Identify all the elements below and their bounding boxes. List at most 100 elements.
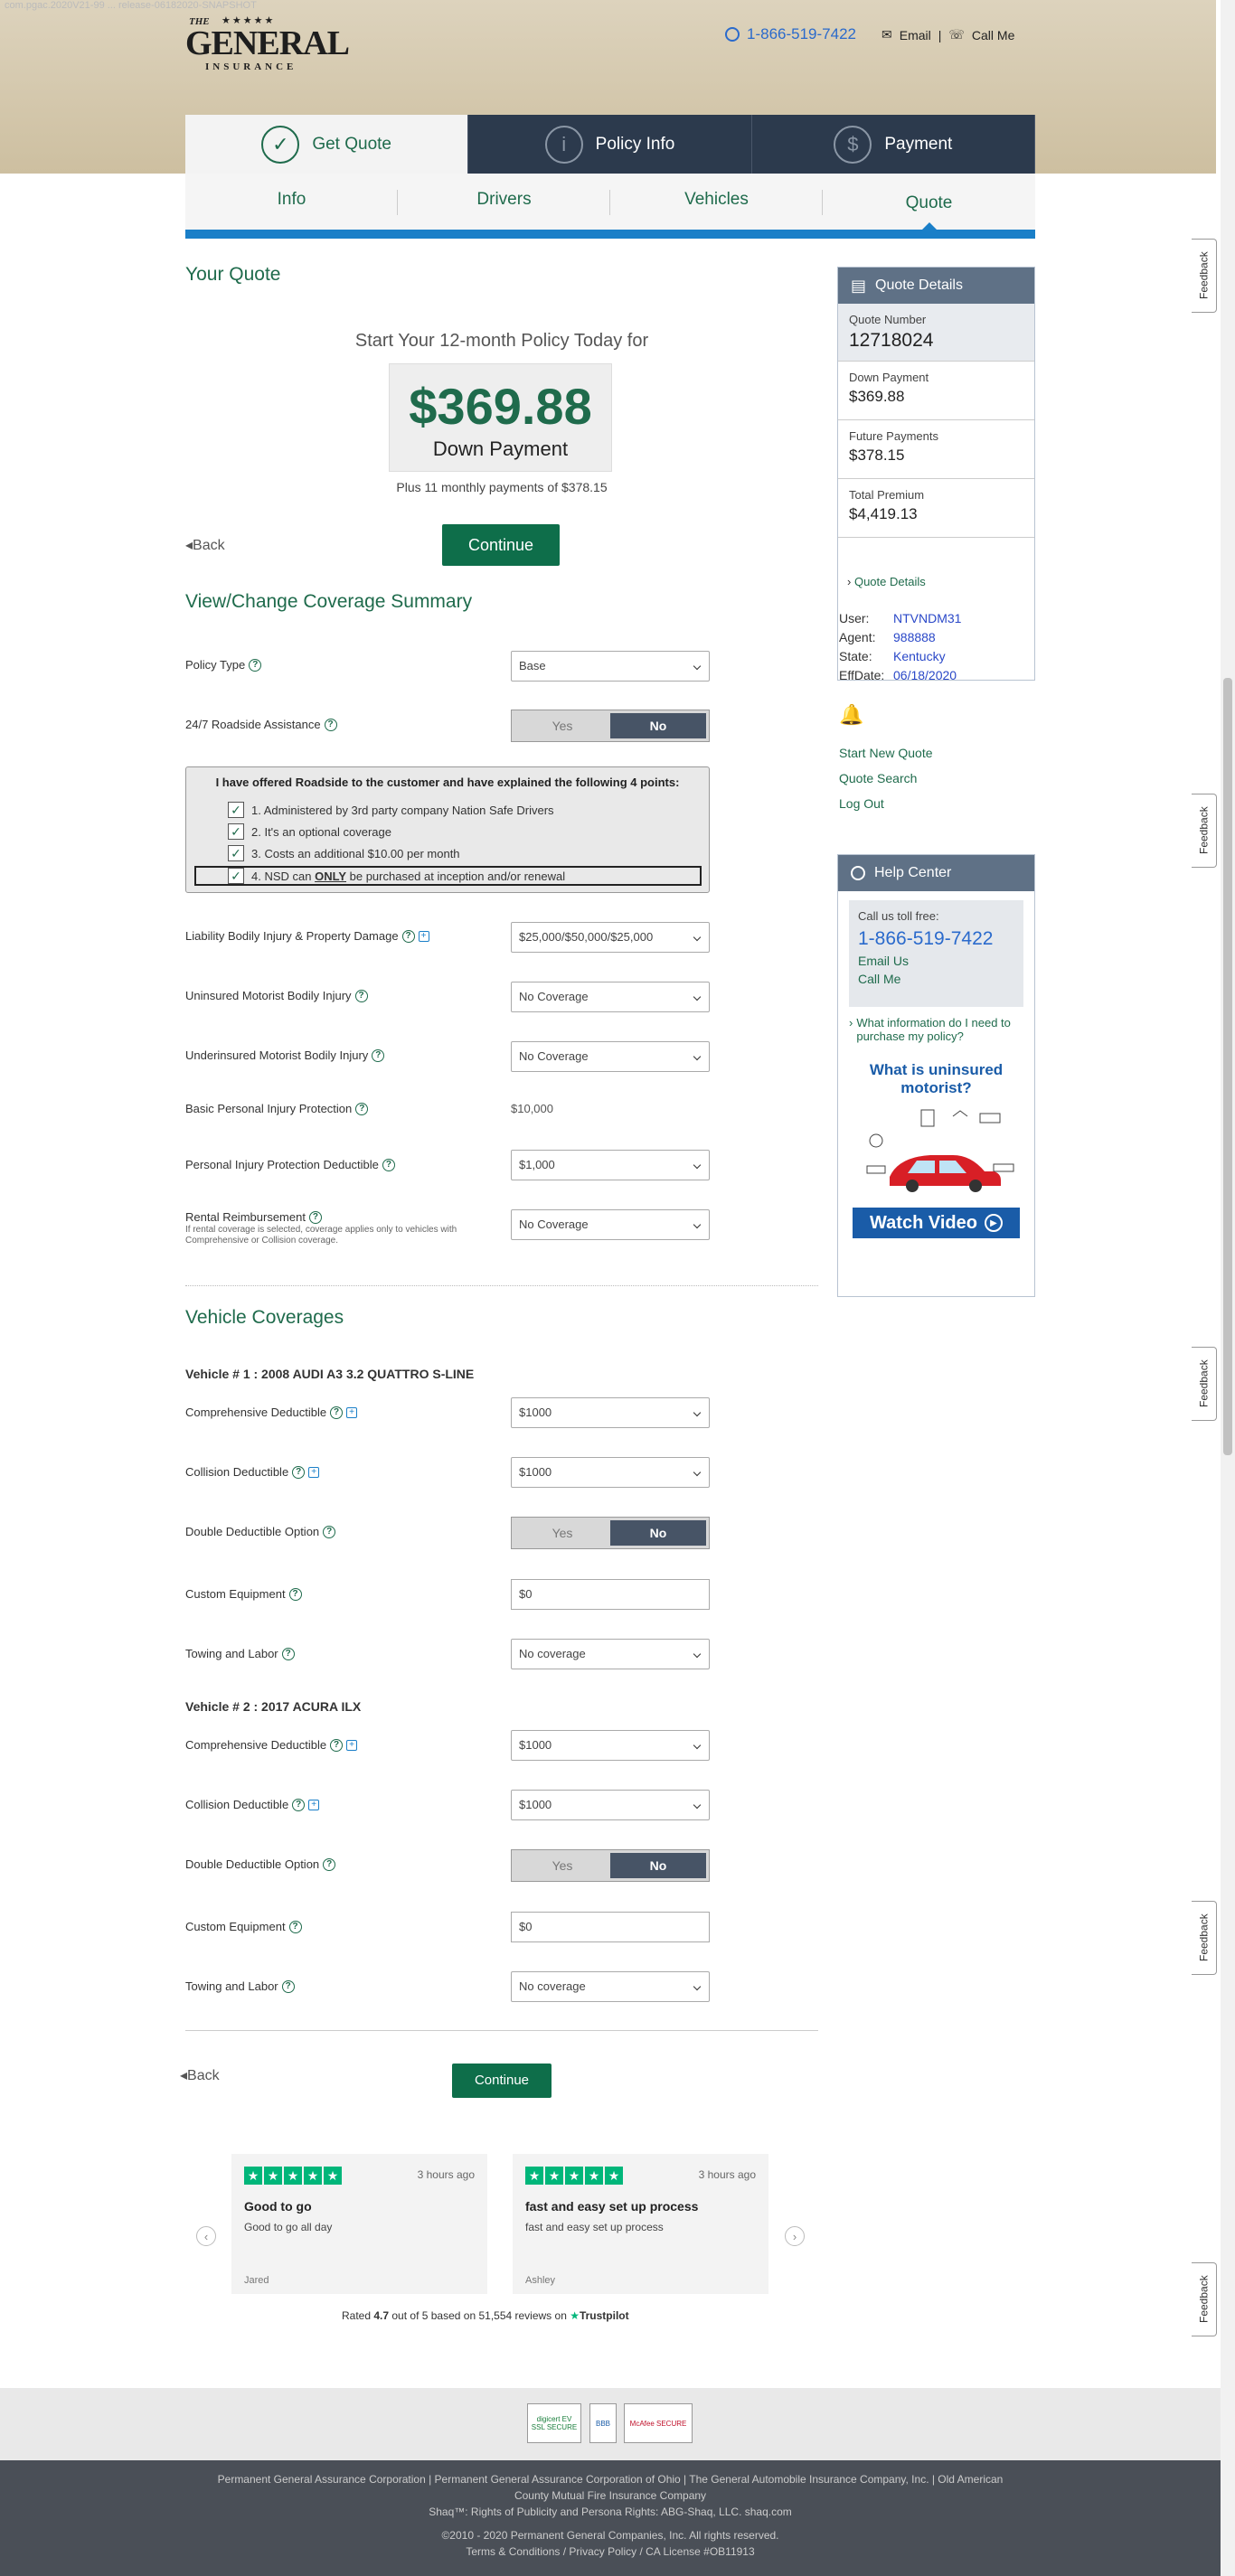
um-select[interactable]: No Coverage [511,982,710,1012]
v2-towing-select[interactable]: No coverage [511,1971,710,2002]
v2-dd-toggle[interactable]: Yes No [511,1849,710,1882]
expand-plus-icon[interactable]: + [308,1466,320,1478]
help-icon[interactable]: ? [354,989,368,1002]
policy-type-label: Policy Type [185,658,246,672]
help-icon[interactable]: ? [281,1647,295,1660]
continue-button-bottom[interactable]: Continue [452,2064,552,2098]
help-icon[interactable]: ? [281,1979,295,1993]
toggle-no[interactable]: No [610,1520,706,1546]
vehicle-2-title: Vehicle # 2 : 2017 ACURA ILX [185,1699,362,1714]
page-footer: Permanent General Assurance Corporation … [0,2460,1221,2576]
v1-towing-select[interactable]: No coverage [511,1639,710,1669]
header-phone[interactable]: 1-866-519-7422 [725,25,856,43]
help-icon[interactable]: ? [330,1406,344,1419]
toggle-yes[interactable]: Yes [514,1853,610,1878]
checkbox-checked[interactable]: ✓ [228,823,244,840]
back-link-label[interactable]: Back [187,2068,220,2083]
purchase-info-link-label[interactable]: What information do I need to purchase m… [856,1016,1023,1043]
checkbox-checked[interactable]: ✓ [228,868,244,884]
email-us-link[interactable]: Email Us [858,954,1014,968]
v1-coll-select[interactable]: $1000 [511,1457,710,1488]
help-icon[interactable]: ? [324,718,337,731]
help-icon[interactable]: ? [288,1587,302,1601]
back-link-label[interactable]: Back [193,538,225,553]
expand-plus-icon[interactable]: + [308,1799,320,1810]
back-link-bottom[interactable]: ◂Back [180,2066,220,2084]
v2-coll-select[interactable]: $1000 [511,1790,710,1820]
expand-plus-icon[interactable]: + [346,1739,358,1751]
log-out-link[interactable]: Log Out [839,796,884,811]
rental-select[interactable]: No Coverage [511,1209,710,1240]
v1-comp-select[interactable]: $1000 [511,1397,710,1428]
roadside-point-3[interactable]: ✓ 3. Costs an additional $10.00 per month [228,845,460,861]
the-general-logo[interactable]: THE ★★★★★ GENERAL INSURANCE [185,15,366,72]
header-call-link[interactable]: Call Me [972,28,1014,42]
digicert-badge[interactable]: digicert EV SSL SECURE [527,2403,581,2443]
back-link-top[interactable]: ◂Back [185,536,225,554]
help-phone-number[interactable]: 1-866-519-7422 [858,928,1014,950]
v2-comp-select[interactable]: $1000 [511,1730,710,1761]
roadside-point-4[interactable]: ✓ 4. NSD can ONLY be purchased at incepti… [228,868,565,884]
bbb-badge[interactable]: BBB [589,2403,617,2443]
call-me-link[interactable]: Call Me [858,972,1014,986]
quote-details-link[interactable]: › Quote Details [847,575,926,588]
help-icon[interactable]: ? [292,1465,306,1479]
feedback-tab[interactable]: Feedback [1192,1901,1217,1975]
feedback-tab[interactable]: Feedback [1192,1347,1217,1421]
help-icon[interactable]: ? [382,1158,395,1171]
v2-custom-equipment-input[interactable]: $0 [511,1912,710,1942]
feedback-tab[interactable]: Feedback [1192,794,1217,868]
checkbox-checked[interactable]: ✓ [228,845,244,861]
continue-button-top[interactable]: Continue [442,524,560,566]
uim-select[interactable]: No Coverage [511,1041,710,1072]
reviews-next-button[interactable]: › [785,2226,805,2246]
roadside-toggle[interactable]: Yes No [511,710,710,742]
help-icon[interactable]: ? [323,1525,336,1538]
checkbox-checked[interactable]: ✓ [228,802,244,818]
mcafee-badge[interactable]: McAfee SECURE [624,2403,693,2443]
footer-links: Terms & Conditions / Privacy Policy / CA… [466,2545,755,2558]
toggle-no[interactable]: No [610,1853,706,1878]
policy-type-select[interactable]: Base [511,651,710,682]
scrollbar-thumb[interactable] [1223,678,1232,1455]
v1-dd-toggle[interactable]: Yes No [511,1517,710,1549]
step-get-quote[interactable]: ✓ Get Quote [185,115,469,174]
expand-plus-icon[interactable]: + [346,1406,358,1418]
purchase-info-link[interactable]: › What information do I need to purchase … [849,1016,1023,1043]
terms-link[interactable]: Terms & Conditions [466,2545,560,2558]
step-payment[interactable]: $ Payment [751,115,1035,174]
pip-deductible-select[interactable]: $1,000 [511,1150,710,1180]
trustpilot-reviews-link[interactable]: 51,554 reviews [478,2309,552,2322]
liability-select[interactable]: $25,000/$50,000/$25,000 [511,922,710,953]
footer-copyright: ©2010 - 2020 Permanent General Companies… [441,2529,779,2542]
toggle-yes[interactable]: Yes [514,1520,610,1546]
help-icon[interactable]: ? [401,929,415,943]
expand-plus-icon[interactable]: + [418,930,429,942]
header-email-link[interactable]: Email [900,28,931,42]
toggle-yes[interactable]: Yes [514,713,610,738]
v1-custom-equipment-input[interactable]: $0 [511,1579,710,1610]
bell-icon[interactable]: 🔔 [839,703,863,727]
quote-search-link[interactable]: Quote Search [839,771,917,785]
help-icon[interactable]: ? [249,658,262,672]
help-icon[interactable]: ? [288,1920,302,1933]
feedback-tab[interactable]: Feedback [1192,2262,1217,2336]
help-icon[interactable]: ? [355,1102,369,1115]
help-icon[interactable]: ? [330,1738,344,1752]
step-policy-info[interactable]: i Policy Info [468,115,752,174]
watch-video-button[interactable]: Watch Video ▶ [853,1208,1020,1238]
roadside-point-2[interactable]: ✓ 2. It's an optional coverage [228,823,391,840]
help-icon[interactable]: ? [308,1210,322,1224]
pip-label: Basic Personal Injury Protection [185,1102,353,1115]
toggle-no[interactable]: No [610,713,706,738]
trustpilot-brand[interactable]: Trustpilot [580,2309,629,2322]
roadside-point-1[interactable]: ✓ 1. Administered by 3rd party company Na… [228,802,554,818]
help-icon[interactable]: ? [292,1798,306,1811]
start-new-quote-link[interactable]: Start New Quote [839,746,933,760]
reviews-prev-button[interactable]: ‹ [196,2226,216,2246]
feedback-tab[interactable]: Feedback [1192,239,1217,313]
quote-details-link-label[interactable]: Quote Details [854,575,926,588]
privacy-link[interactable]: Privacy Policy [569,2545,636,2558]
help-icon[interactable]: ? [323,1857,336,1871]
help-icon[interactable]: ? [372,1048,385,1062]
